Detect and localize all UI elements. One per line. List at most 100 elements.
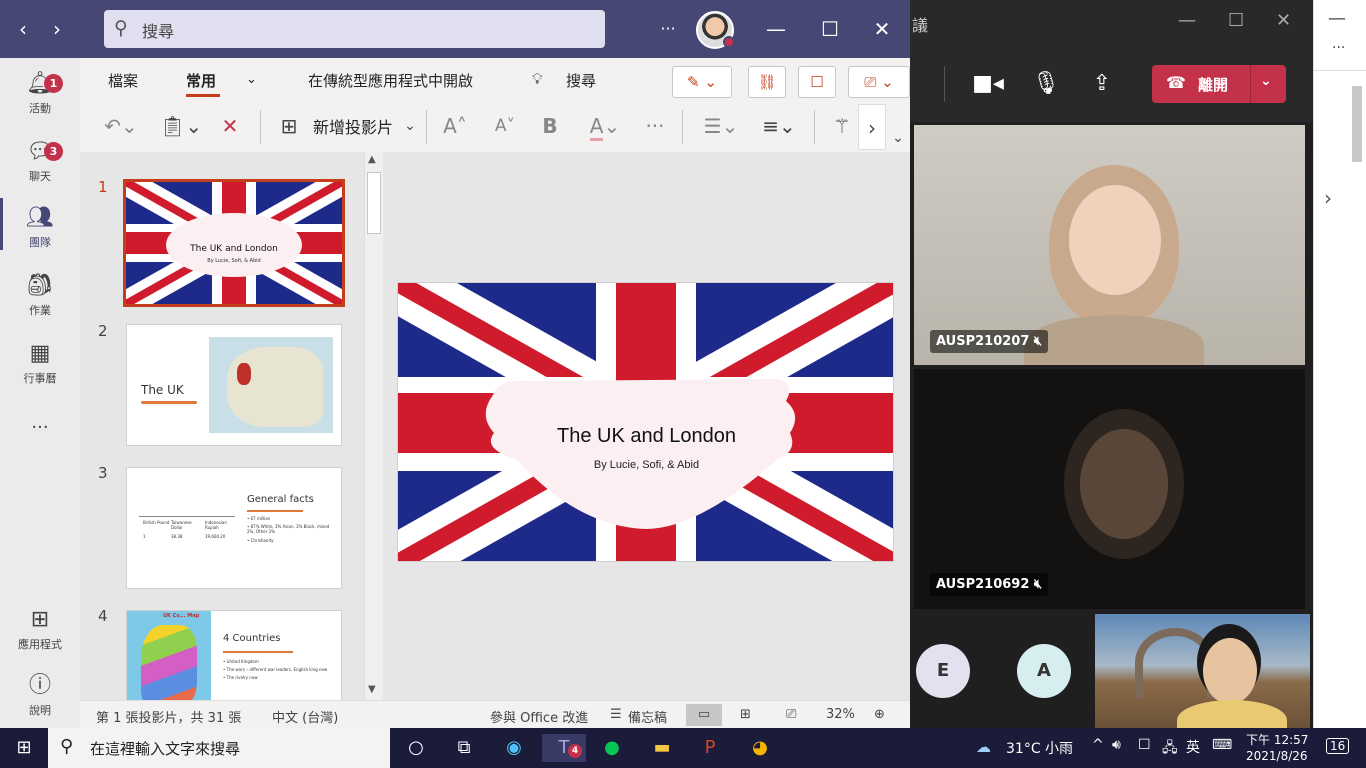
close-button[interactable]: ✕ <box>862 14 902 44</box>
maximize-button[interactable]: ☐ <box>810 14 850 44</box>
keyboard-icon[interactable]: ⌨︎ <box>1212 737 1232 753</box>
notes-button[interactable]: 備忘稿 <box>628 707 667 726</box>
microphone-icon[interactable]: 🎙︎ <box>1028 66 1064 102</box>
delete-icon[interactable]: ✕ <box>216 112 244 140</box>
ime-indicator[interactable]: 英 <box>1186 737 1200 757</box>
slide-thumbnail-1[interactable]: The UK and London By Lucie, Sofi, & Abid <box>123 179 345 307</box>
participant-avatar-e[interactable]: E <box>916 644 970 698</box>
zoom-level[interactable]: 32% <box>826 707 855 722</box>
slide-title[interactable]: The UK and London <box>398 425 893 448</box>
clock-time[interactable]: 下午 12:57 <box>1246 731 1308 748</box>
powerpoint-icon[interactable]: P <box>692 734 728 762</box>
new-slide-chevron-icon[interactable]: ⌄ <box>400 112 420 140</box>
thumbnail-scrollbar[interactable]: ▲ ▼ <box>364 152 383 700</box>
participant-video-2[interactable]: AUSP210692 🔇︎ <box>914 369 1305 609</box>
forward-arrow-icon[interactable]: › <box>42 14 72 44</box>
network-icon[interactable]: 🖧︎ <box>1162 737 1178 761</box>
align-icon[interactable]: ≡⌄ <box>756 112 802 140</box>
paste-icon[interactable]: 📋︎⌄ <box>158 112 204 140</box>
rail-item-help[interactable]: ⓘ 說明 <box>0 672 80 734</box>
designer-wand-icon[interactable]: ⚚ <box>828 112 856 140</box>
cortana-icon[interactable]: ○ <box>398 734 434 762</box>
tell-me-search[interactable]: 搜尋 <box>566 70 596 91</box>
ribbon-more-tabs-chevron-icon[interactable]: ⌄ <box>246 72 257 87</box>
share-screen-icon[interactable]: ⇪ <box>1084 66 1120 102</box>
tray-chevron-icon[interactable]: ^ <box>1092 737 1104 753</box>
present-button[interactable]: ⎚ ⌄ <box>848 66 910 98</box>
weather-text[interactable]: 31°C 小雨 <box>1006 738 1073 758</box>
reading-view-icon[interactable]: ⎚ <box>786 707 796 722</box>
user-avatar[interactable] <box>696 11 735 49</box>
chevron-right-icon[interactable]: › <box>1324 186 1332 210</box>
clock-date[interactable]: 2021/8/26 <box>1246 749 1308 763</box>
camera-icon[interactable]: ■◂ <box>970 66 1006 102</box>
bold-icon[interactable]: B <box>536 112 564 140</box>
browser-more-icon[interactable]: ··· <box>1332 40 1345 56</box>
ribbon-expand-chevron-icon[interactable]: ⌄ <box>888 124 908 152</box>
edge-browser-icon[interactable]: ◉ <box>496 734 532 762</box>
windows-start-icon[interactable]: ⊞ <box>6 734 42 762</box>
slide-subtitle[interactable]: By Lucie, Sofi, & Abid <box>398 459 893 471</box>
chrome-icon[interactable]: ◕ <box>742 734 778 762</box>
table-header: Indonesian Rupiah <box>205 520 227 530</box>
normal-view-icon[interactable]: ▭ <box>686 704 722 726</box>
rail-item-chat[interactable]: 💬︎ 聊天 3 <box>0 138 80 200</box>
taskbar-search-input[interactable]: ⚲ 在這裡輸入文字來搜尋 <box>48 728 390 768</box>
ribbon-scroll-right-icon[interactable]: › <box>858 104 886 150</box>
tab-file[interactable]: 檔案 <box>108 70 138 91</box>
meeting-minimize-button[interactable]: — <box>1178 10 1196 31</box>
task-view-icon[interactable]: ⧉ <box>446 734 482 762</box>
undo-icon[interactable]: ↶⌄ <box>100 112 142 140</box>
draw-pencil-button[interactable]: ✎ ⌄ <box>672 66 732 98</box>
participant-avatar-a[interactable]: A <box>1017 644 1071 698</box>
minimize-button[interactable]: — <box>756 14 796 44</box>
notes-icon[interactable]: ☰ <box>610 707 622 722</box>
leave-meeting-button[interactable]: ☎︎ 離開 ⌄ <box>1152 65 1286 103</box>
tray-app-icon[interactable]: ☐ <box>1138 737 1151 753</box>
slide-thumbnail-4[interactable]: UK Co... Map 4 Countries • United Kingdo… <box>126 610 342 700</box>
notifications-badge[interactable]: 16 <box>1326 738 1350 754</box>
language-status[interactable]: 中文 (台灣) <box>272 707 338 726</box>
more-font-options-icon[interactable]: ··· <box>640 112 670 140</box>
teams-taskbar-icon[interactable]: T4 <box>542 734 586 762</box>
fit-slide-icon[interactable]: ⊕ <box>874 707 885 722</box>
meeting-maximize-button[interactable]: ☐ <box>1228 10 1244 31</box>
open-in-desktop-link[interactable]: 在傳統型應用程式中開啟 <box>308 70 473 91</box>
share-link-icon[interactable]: ⛓︎ <box>748 66 786 98</box>
line-app-icon[interactable]: ● <box>594 734 630 762</box>
volume-icon[interactable]: 🔊︎ <box>1112 737 1121 753</box>
file-explorer-icon[interactable]: ▬ <box>644 734 680 762</box>
rail-item-activity[interactable]: 🔔︎ 活動 1 <box>0 70 80 132</box>
scroll-up-icon[interactable]: ▲ <box>368 154 376 165</box>
rail-item-assignments[interactable]: 🎒︎ 作業 <box>0 272 80 334</box>
meeting-close-button[interactable]: ✕ <box>1276 10 1291 31</box>
shrink-font-icon[interactable]: A˅ <box>488 112 522 140</box>
scrollbar-thumb[interactable] <box>367 172 381 234</box>
rail-item-calendar[interactable]: ▦ 行事曆 <box>0 340 80 402</box>
bullets-icon[interactable]: ☰⌄ <box>698 112 744 140</box>
rail-item-apps[interactable]: ⊞ 應用程式 <box>0 606 80 668</box>
rail-item-more[interactable]: ··· <box>0 414 80 476</box>
new-slide-button[interactable]: 新增投影片 <box>313 114 393 138</box>
feedback-link[interactable]: 參與 Office 改進 <box>490 707 588 726</box>
slide-thumbnail-2[interactable]: The UK <box>126 324 342 446</box>
background-browser-window: — ··· › <box>1313 0 1366 728</box>
grow-font-icon[interactable]: A˄ <box>438 112 472 140</box>
tab-home[interactable]: 常用 <box>186 70 216 91</box>
rail-item-teams[interactable]: 👥︎ 團隊 <box>0 204 80 266</box>
teams-search-input[interactable]: ⚲ 搜尋 <box>104 10 605 48</box>
participant-video-1[interactable]: AUSP210207 🔇︎ <box>914 125 1305 365</box>
leave-chevron-icon[interactable]: ⌄ <box>1260 73 1272 89</box>
scroll-down-icon[interactable]: ▼ <box>368 684 376 695</box>
browser-minimize-button[interactable]: — <box>1328 8 1346 29</box>
current-slide[interactable]: The UK and London By Lucie, Sofi, & Abid <box>397 282 894 562</box>
more-options-icon[interactable]: ··· <box>648 14 688 44</box>
self-video[interactable] <box>1095 614 1310 728</box>
font-color-icon[interactable]: A⌄ <box>582 112 628 141</box>
comment-icon[interactable]: ☐ <box>798 66 836 98</box>
browser-scrollbar[interactable] <box>1352 86 1362 162</box>
back-arrow-icon[interactable]: ‹ <box>8 14 38 44</box>
slide-thumbnail-3[interactable]: General facts British Pound Taiwanese Do… <box>126 467 342 589</box>
new-slide-icon[interactable]: ⊞ <box>274 112 304 140</box>
slide-sorter-icon[interactable]: ⊞ <box>740 707 751 722</box>
